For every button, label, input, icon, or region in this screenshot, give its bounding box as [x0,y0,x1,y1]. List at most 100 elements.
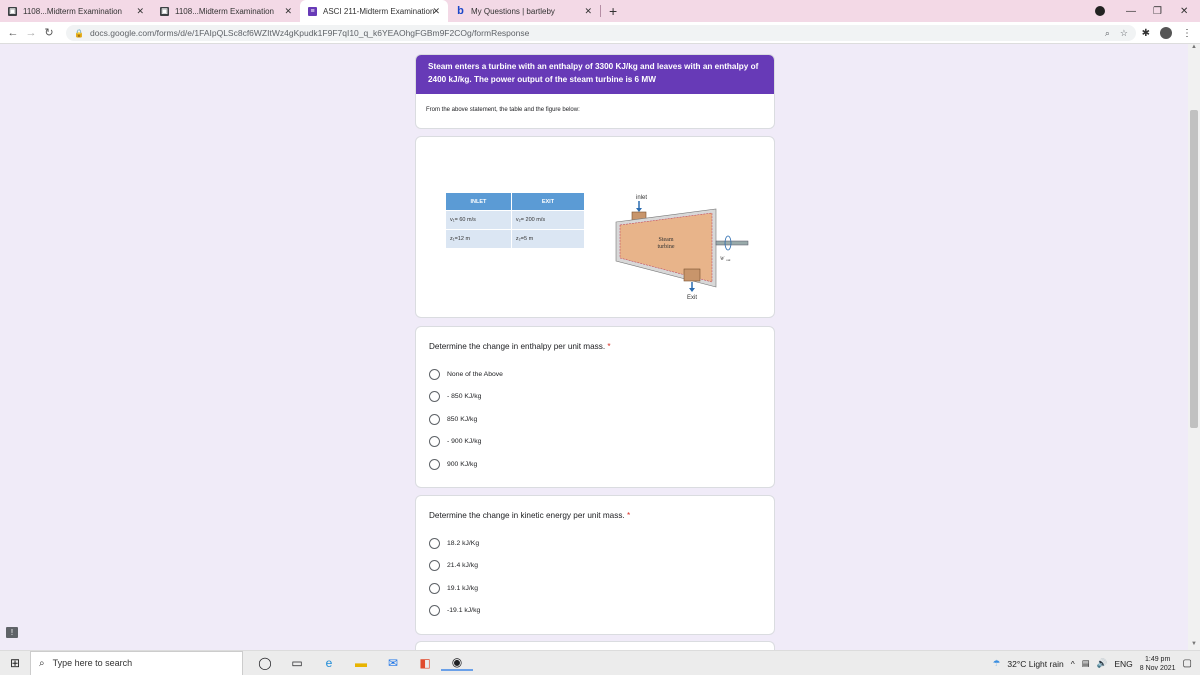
radio-button[interactable] [429,560,440,572]
cortana-icon[interactable]: ◯ [249,656,281,670]
scroll-up-icon[interactable]: ▲ [1191,44,1197,50]
edge-icon[interactable]: e [313,656,345,670]
radio-option[interactable]: 19.1 kJ/kg [429,577,761,600]
radio-option[interactable]: 18.2 kJ/Kg [429,532,761,555]
velocity-elevation-table: INLET EXIT v₁= 60 m/s v₂= 200 m/s z₁=12 … [445,192,586,249]
chrome-icon[interactable]: ◉ [441,655,473,671]
file-explorer-icon[interactable]: ▬ [345,656,377,670]
scroll-thumb[interactable] [1190,110,1198,428]
radio-option[interactable]: None of the Above [429,363,761,386]
required-asterisk: * [626,511,631,520]
radio-option[interactable]: 21.4 kJ/kg [429,555,761,578]
question-title: Determine the change in kinetic energy p… [429,511,761,520]
language-indicator[interactable]: ENG [1114,659,1132,669]
forward-icon[interactable]: → [22,27,40,39]
new-tab-icon[interactable]: + [609,3,617,19]
volume-icon[interactable]: 🔊 [1097,658,1108,669]
radio-button[interactable] [429,368,440,380]
figure-card: INLET EXIT v₁= 60 m/s v₂= 200 m/s z₁=12 … [415,136,775,318]
clock[interactable]: 1:49 pm 8 Nov 2021 [1140,655,1176,673]
tab-label: 1108...Midterm Examination [175,6,275,16]
taskbar-search-box[interactable]: ⌕ Type here to search [30,650,243,675]
exit-pipe [683,268,701,282]
page-scrollbar[interactable]: ▲ ▼ [1188,44,1200,650]
form-header-card: Steam enters a turbine with an enthalpy … [415,54,775,129]
lock-icon: 🔒 [74,28,84,38]
zoom-search-icon[interactable]: ⌕ [1105,28,1110,39]
wout-label: W [720,257,725,262]
image-icon: ▣ [8,6,17,16]
url-text[interactable]: docs.google.com/forms/d/e/1FAIpQLSc8cf6W… [90,28,529,38]
option-label: - 900 KJ/kg [447,438,482,446]
close-icon[interactable]: ✕ [584,6,592,17]
radio-button[interactable] [429,436,440,448]
radio-button[interactable] [429,605,440,617]
option-label: -19.1 kJ/kg [447,607,481,615]
radio-button[interactable] [429,537,440,549]
close-window-icon[interactable]: ✕ [1180,0,1188,22]
search-icon: ⌕ [39,657,45,669]
tray-chevron-icon[interactable]: ^ [1071,659,1075,669]
radio-option[interactable]: - 900 KJ/kg [429,431,761,454]
radio-option[interactable]: - 850 KJ/kg [429,386,761,409]
tab-separator [600,5,601,17]
forms-icon: ≡ [308,6,317,16]
question-text: Determine the change in enthalpy per uni… [429,342,606,351]
bartleby-icon: b [457,5,464,17]
address-bar: ← → ↻ 🔒 docs.google.com/forms/d/e/1FAIpQ… [0,22,1200,44]
radio-button[interactable] [429,582,440,594]
option-label: None of the Above [447,370,503,378]
question-card-kinetic-energy: Determine the change in kinetic energy p… [415,495,775,635]
office-icon[interactable]: ◧ [409,656,441,670]
network-icon[interactable]: ▤ [1082,658,1090,669]
tab-midterm-1[interactable]: ▣ 1108...Midterm Examination ✕ [0,0,152,22]
scroll-down-icon[interactable]: ▼ [1191,641,1197,647]
avatar[interactable] [1160,27,1172,39]
omnibox[interactable]: 🔒 docs.google.com/forms/d/e/1FAIpQLSc8cf… [66,25,1136,41]
close-icon[interactable]: ✕ [432,6,440,17]
back-icon[interactable]: ← [4,27,22,39]
menu-kebab-icon[interactable]: ⋮ [1182,28,1192,39]
radio-button[interactable] [429,413,440,425]
mail-icon[interactable]: ✉ [377,656,409,670]
question-card-enthalpy: Determine the change in enthalpy per uni… [415,326,775,488]
profile-dot-icon[interactable] [1095,0,1105,22]
restore-icon[interactable]: ❐ [1153,0,1162,22]
radio-option[interactable]: -19.1 kJ/kg [429,600,761,623]
reload-icon[interactable]: ↻ [40,26,58,39]
tab-asci-211[interactable]: ≡ ASCI 211-Midterm Examination ✕ [300,0,448,22]
radio-option[interactable]: 900 KJ/kg [429,453,761,476]
turbine-shaft [715,240,749,246]
exit-arrowhead-icon [689,288,695,292]
radio-button[interactable] [429,391,440,403]
tab-label: ASCI 211-Midterm Examination [323,6,435,16]
extensions-puzzle-icon[interactable]: ✱ [1142,28,1150,39]
turbine-diagram: inlet Steam turbine W out Exit [615,195,749,301]
report-problem-icon[interactable]: ! [6,627,18,638]
turbine-label-turbine: turbine [658,244,675,250]
turbine-label-steam: Steam [659,237,674,243]
inlet-arrowhead-icon [636,208,642,212]
minimize-icon[interactable]: — [1126,0,1136,22]
close-icon[interactable]: ✕ [284,6,292,17]
bookmark-star-icon[interactable]: ☆ [1120,28,1128,39]
table-cell: v₂= 200 m/s [510,210,586,230]
clock-time: 1:49 pm [1144,655,1171,663]
windows-start-icon[interactable]: ⊞ [0,656,30,670]
notifications-icon[interactable]: ▢ [1183,658,1192,669]
form-subtext: From the above statement, the table and … [426,107,580,113]
question-text: Determine the change in kinetic energy p… [429,511,625,520]
close-icon[interactable]: ✕ [136,6,144,17]
radio-button[interactable] [429,458,440,470]
search-placeholder: Type here to search [52,658,133,668]
tab-label: My Questions | bartleby [471,6,555,16]
radio-option[interactable]: 850 KJ/kg [429,408,761,431]
weather-text[interactable]: 32°C Light rain [1007,659,1063,669]
tab-bartleby[interactable]: b My Questions | bartleby ✕ [448,0,600,22]
tab-midterm-2[interactable]: ▣ 1108...Midterm Examination ✕ [152,0,300,22]
table-cell: z₁=12 m [445,229,512,249]
table-header-exit: EXIT [510,192,586,211]
weather-icon: ☂ [992,658,1001,668]
task-view-icon[interactable]: ▭ [281,656,313,670]
table-header-inlet: INLET [445,192,512,211]
